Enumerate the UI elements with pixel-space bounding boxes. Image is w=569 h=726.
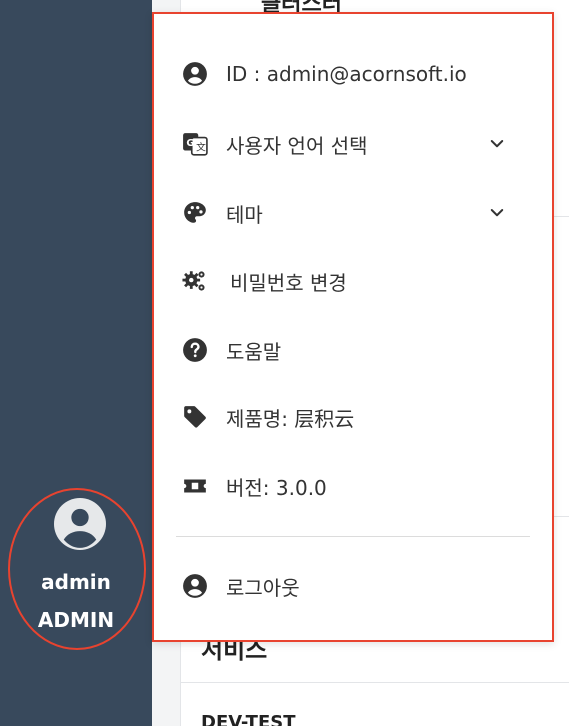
menu-item-product: 제품명: 层积云 (154, 395, 552, 439)
account-circle-icon (182, 573, 208, 599)
user-name: admin (41, 570, 111, 594)
logout-label: 로그아웃 (226, 575, 300, 600)
menu-item-language[interactable]: G文 사용자 언어 선택 (154, 122, 552, 166)
account-circle-icon (54, 498, 106, 550)
product-name-label: 제품명: 层积云 (226, 406, 355, 431)
menu-item-logout[interactable]: 로그아웃 (154, 564, 552, 608)
account-circle-icon (182, 61, 208, 87)
menu-item-password[interactable]: 비밀번호 변경 (154, 259, 552, 303)
version-label: 버전: 3.0.0 (226, 475, 327, 500)
chevron-down-icon[interactable] (488, 204, 506, 222)
menu-item-theme[interactable]: 테마 (154, 191, 552, 235)
user-profile-button[interactable]: admin ADMIN (0, 490, 152, 650)
palette-icon (182, 200, 208, 226)
question-circle-icon (182, 337, 208, 363)
svg-text:文: 文 (196, 141, 206, 154)
divider (181, 682, 569, 683)
user-role: ADMIN (37, 608, 115, 632)
user-id-label: ID : admin@acornsoft.io (226, 62, 467, 86)
chevron-down-icon[interactable] (488, 135, 506, 153)
gears-icon (182, 268, 208, 294)
theme-label: 테마 (226, 202, 263, 227)
menu-divider (176, 536, 530, 537)
dev-test-row[interactable]: DEV-TEST (201, 712, 296, 726)
help-label: 도움말 (226, 339, 282, 364)
tag-icon (182, 404, 208, 430)
user-dropdown-menu: ID : admin@acornsoft.io G文 사용자 언어 선택 테마 (152, 12, 554, 642)
translate-icon: G文 (182, 131, 208, 157)
language-label: 사용자 언어 선택 (226, 133, 368, 158)
menu-item-version: 버전: 3.0.0 (154, 464, 552, 508)
ticket-icon (182, 473, 208, 499)
sidebar: admin ADMIN (0, 0, 152, 726)
change-password-label: 비밀번호 변경 (230, 270, 347, 295)
svg-text:G: G (186, 138, 194, 149)
menu-item-id: ID : admin@acornsoft.io (154, 52, 552, 96)
menu-item-help[interactable]: 도움말 (154, 328, 552, 372)
